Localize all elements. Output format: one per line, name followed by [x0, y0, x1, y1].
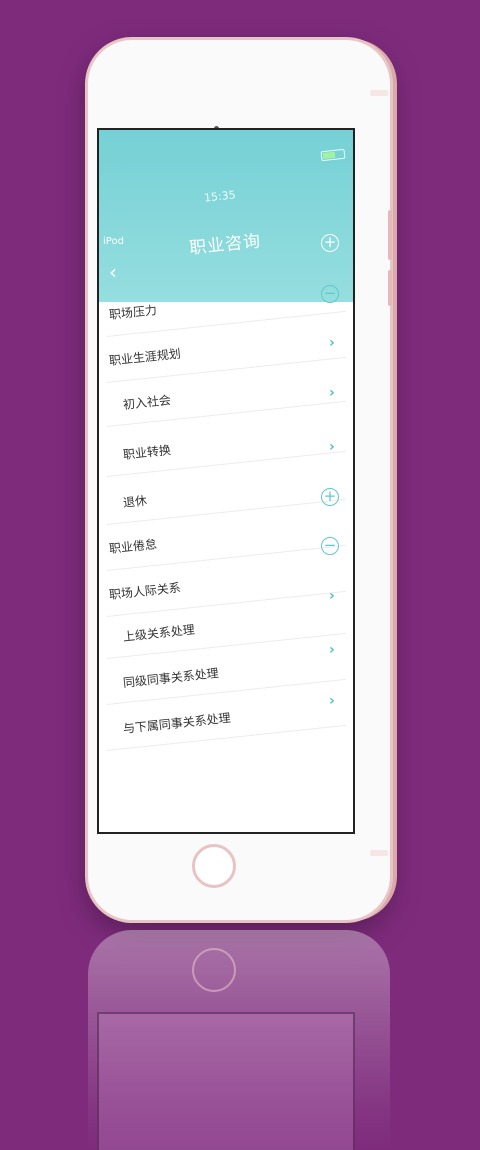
nav-header: iPod 15:35 职业咨询 ‹ +: [99, 130, 353, 302]
antenna-band-top: [370, 90, 388, 96]
chevron-right-icon[interactable]: ›: [329, 693, 335, 709]
list-item[interactable]: 职业转换: [122, 441, 172, 463]
list-item[interactable]: 上级关系处理: [122, 621, 195, 645]
list-item[interactable]: 初入社会: [122, 391, 172, 413]
battery-icon: [320, 148, 346, 162]
list-item[interactable]: 与下属同事关系处理: [122, 709, 231, 737]
app-screen: iPod 15:35 职业咨询 ‹ + 职场压力 − 职业生涯规划 › 初入社会 › 职业转…: [97, 128, 355, 834]
chevron-right-icon[interactable]: ›: [329, 588, 335, 604]
chevron-right-icon[interactable]: ›: [329, 439, 335, 455]
page-title: 职业咨询: [188, 231, 263, 259]
list-item[interactable]: 职场人际关系: [108, 579, 181, 603]
add-icon[interactable]: +: [321, 234, 339, 252]
list-item[interactable]: 退休: [122, 492, 148, 511]
list-item[interactable]: 职场压力: [108, 301, 158, 323]
collapse-icon[interactable]: −: [321, 285, 339, 303]
volume-button: [388, 270, 392, 306]
back-icon[interactable]: ‹: [109, 260, 117, 284]
expand-icon[interactable]: +: [321, 488, 339, 506]
collapse-icon[interactable]: −: [321, 537, 339, 555]
antenna-band-bottom: [370, 850, 388, 856]
power-button: [388, 210, 392, 260]
list-item[interactable]: 同级同事关系处理: [122, 664, 219, 691]
status-time: 15:35: [203, 188, 237, 205]
status-carrier: iPod: [103, 236, 124, 247]
list-item[interactable]: 职业倦怠: [108, 535, 158, 557]
chevron-right-icon[interactable]: ›: [329, 385, 335, 401]
chevron-right-icon[interactable]: ›: [329, 642, 335, 658]
chevron-right-icon[interactable]: ›: [329, 335, 335, 351]
home-button[interactable]: [192, 844, 236, 888]
stage: iPod 15:35 职业咨询 ‹ + 职场压力 − 职业生涯规划 › 初入社会 › 职业转…: [0, 0, 480, 1150]
home-button-reflection: [192, 948, 236, 992]
list-item[interactable]: 职业生涯规划: [108, 345, 181, 369]
screen-reflection: [97, 1012, 355, 1150]
